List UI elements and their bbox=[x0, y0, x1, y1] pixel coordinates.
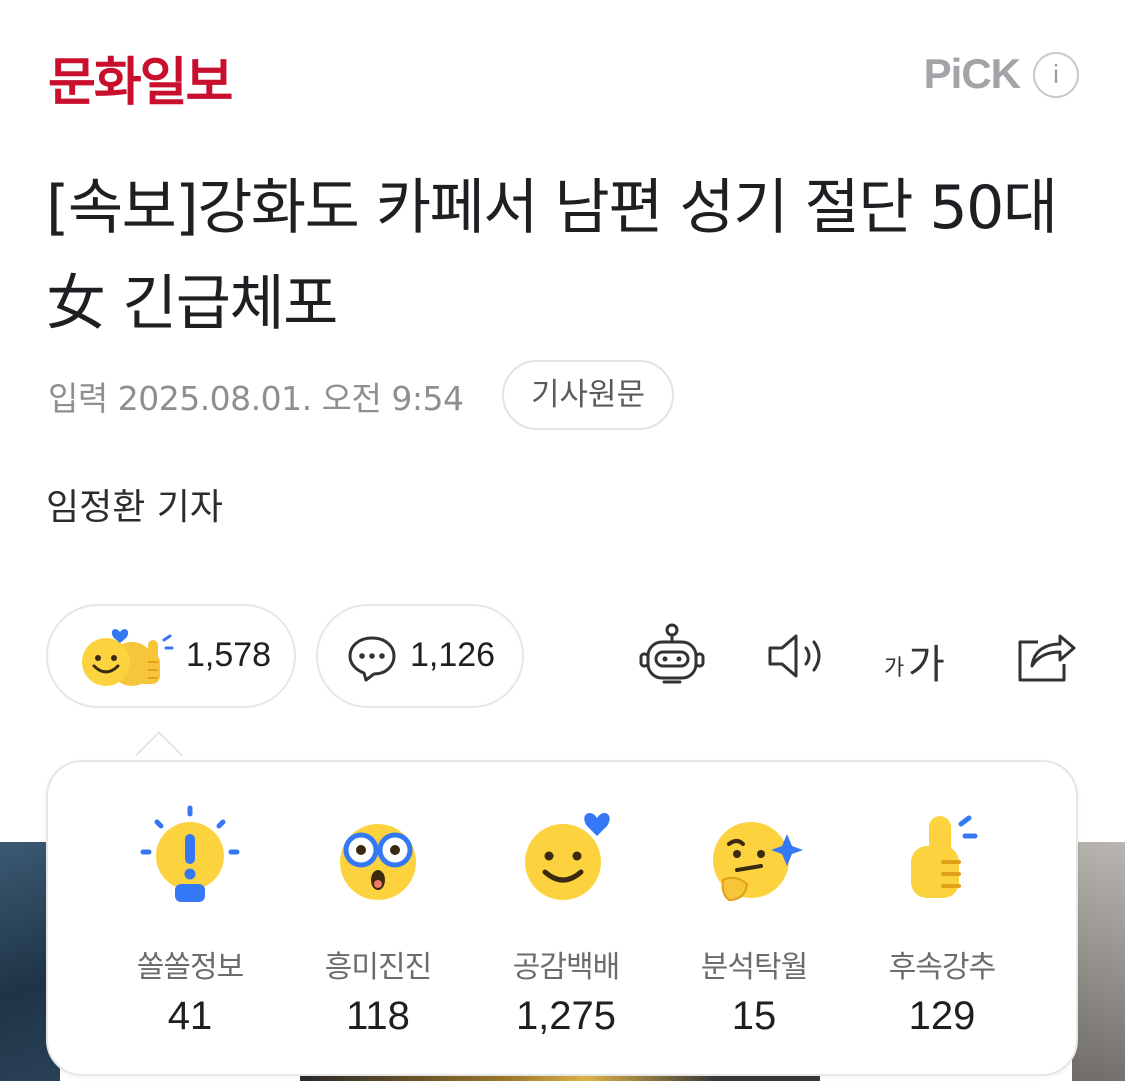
publish-date: 입력 2025.08.01. 오전 9:54 bbox=[48, 379, 464, 418]
reporter-byline[interactable]: 임정환 기자 bbox=[46, 478, 223, 530]
speaker-icon[interactable] bbox=[762, 620, 834, 692]
info-icon[interactable]: i bbox=[1033, 52, 1079, 98]
original-article-button[interactable]: 기사원문 bbox=[502, 360, 674, 430]
reaction-interesting[interactable]: 흥미진진 118 bbox=[278, 804, 478, 1039]
heart-smile-icon bbox=[525, 812, 610, 900]
font-size-small-label: 가 bbox=[884, 656, 905, 681]
article-photo-edge bbox=[1072, 842, 1125, 1081]
reaction-count-value: 1,275 bbox=[515, 994, 617, 1038]
reaction-count: 1,578 bbox=[186, 636, 272, 674]
font-size-large-label: 가 bbox=[908, 642, 945, 688]
comment-button[interactable]: 1,126 bbox=[316, 604, 524, 708]
thumbs-up-icon bbox=[911, 815, 978, 898]
reaction-label: 분석탁월 bbox=[700, 950, 808, 985]
reaction-label: 후속강추 bbox=[888, 950, 996, 985]
lightbulb-icon bbox=[140, 805, 240, 902]
pick-label: PiCK bbox=[923, 50, 1021, 97]
press-logo[interactable]: 문화일보 bbox=[48, 40, 233, 115]
reaction-useful[interactable]: 쏠쏠정보 41 bbox=[90, 804, 290, 1039]
speech-bubble-icon bbox=[348, 636, 396, 682]
reaction-count-value: 41 bbox=[167, 994, 213, 1038]
reaction-label: 쏠쏠정보 bbox=[136, 950, 244, 985]
reaction-count-value: 15 bbox=[731, 994, 777, 1038]
reaction-analysis[interactable]: 분석탁월 15 bbox=[654, 804, 854, 1039]
header: 문화일보 PiCK i bbox=[0, 0, 1125, 130]
reaction-label: 공감백배 bbox=[512, 950, 620, 985]
reaction-count-value: 129 bbox=[908, 994, 976, 1038]
reaction-count-value: 118 bbox=[346, 994, 410, 1038]
reaction-popup: 쏠쏠정보 41 흥미진진 118 공감백배 1,275 분석탁월 15 후속강추… bbox=[46, 760, 1078, 1076]
reaction-button[interactable]: 1,578 bbox=[46, 604, 296, 708]
font-size-icon[interactable]: 가 가 bbox=[884, 620, 956, 692]
reaction-label: 흥미진진 bbox=[324, 950, 432, 985]
thinking-face-icon bbox=[713, 822, 803, 902]
reaction-empathy[interactable]: 공감백배 1,275 bbox=[466, 804, 666, 1039]
reaction-followup[interactable]: 후속강추 129 bbox=[842, 804, 1042, 1039]
article-title: [속보]강화도 카페서 남편 성기 절단 50대女 긴급체포 bbox=[46, 173, 1058, 339]
glasses-face-icon bbox=[340, 824, 416, 900]
robot-summary-icon[interactable] bbox=[636, 620, 708, 692]
share-icon[interactable] bbox=[1010, 620, 1082, 692]
comment-count: 1,126 bbox=[410, 636, 496, 674]
